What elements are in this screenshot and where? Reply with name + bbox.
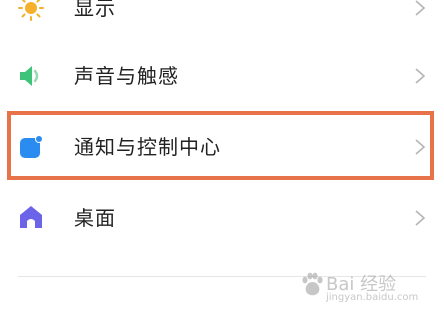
- highlight-box: [7, 111, 434, 180]
- speaker-icon: [18, 63, 44, 89]
- settings-item-desktop[interactable]: 桌面: [0, 188, 444, 248]
- chevron-right-icon: [414, 0, 426, 17]
- settings-item-display[interactable]: 显示: [0, 0, 444, 38]
- watermark-url: jingyan.baidu.com: [326, 292, 419, 303]
- sun-icon: [18, 0, 44, 21]
- settings-list: 显示 声音与触感 通知与控制中心 桌面 Bai 经验 jingyan.baidu…: [0, 0, 444, 321]
- chevron-right-icon: [414, 67, 426, 85]
- home-icon: [18, 204, 44, 230]
- settings-item-label: 显示: [74, 0, 116, 20]
- watermark: Bai 经验 jingyan.baidu.com: [300, 268, 430, 312]
- settings-item-label: 桌面: [74, 206, 116, 230]
- paw-icon: [302, 272, 323, 296]
- settings-item-label: 声音与触感: [74, 64, 179, 88]
- settings-item-sound[interactable]: 声音与触感: [0, 46, 444, 106]
- chevron-right-icon: [414, 209, 426, 227]
